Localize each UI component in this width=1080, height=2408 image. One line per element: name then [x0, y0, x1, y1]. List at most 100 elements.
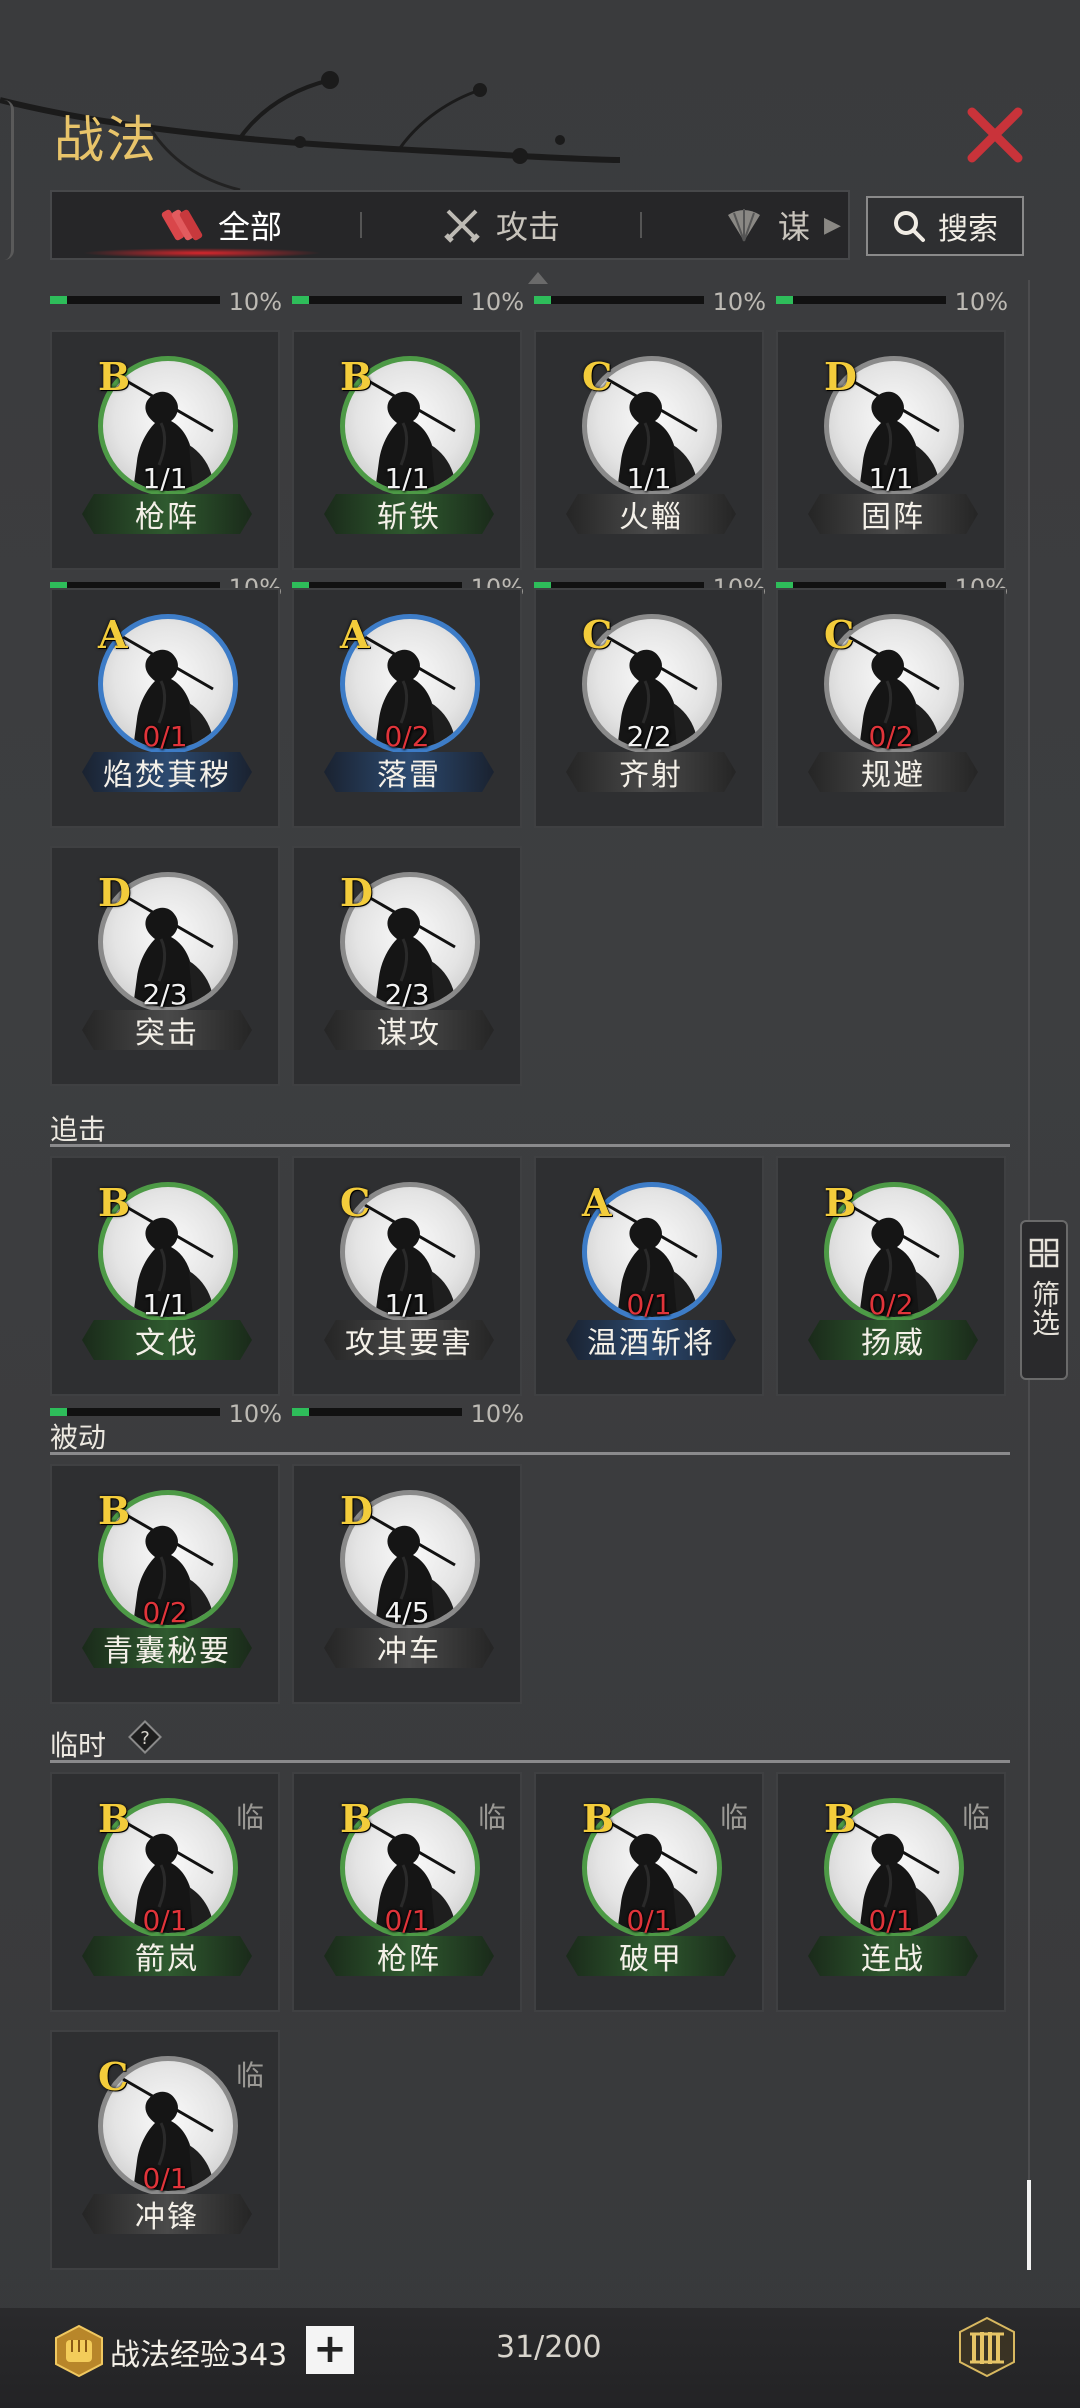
search-label: 搜索: [938, 212, 998, 247]
grade-badge: B: [98, 1488, 131, 1533]
grade-badge: D: [98, 870, 131, 915]
grade-badge: B: [340, 1796, 373, 1841]
skill-name: 枪阵: [324, 1936, 494, 1976]
tab-separator: [360, 212, 362, 238]
scroll-top-marker-icon: [528, 272, 548, 284]
skill-card[interactable]: C 2/2 齐射: [534, 588, 764, 828]
grade-badge: A: [98, 612, 128, 657]
skill-card[interactable]: B 0/2 扬威: [776, 1156, 1006, 1396]
section-label-temporary: 临时: [50, 1729, 107, 1762]
tab-more-arrow-icon[interactable]: ▶: [824, 213, 841, 238]
tab-attack[interactable]: 攻击: [442, 192, 560, 258]
skill-capacity-count: 31/200: [496, 2330, 602, 2365]
tab-all-label: 全部: [218, 208, 283, 246]
search-button[interactable]: 搜索: [866, 196, 1024, 256]
grade-badge: C: [98, 2054, 129, 2099]
temporary-tag: 临: [235, 2059, 264, 2092]
skill-count: 1/1: [142, 462, 188, 495]
skill-card[interactable]: D 4/5 冲车: [292, 1464, 522, 1704]
tab-all[interactable]: 全部: [160, 192, 282, 258]
scroll-bundle-icon: [161, 209, 203, 241]
skill-name: 连战: [808, 1936, 978, 1976]
skill-card[interactable]: A 0/1 焰焚萁秽: [50, 588, 280, 828]
grade-badge: B: [824, 1180, 857, 1225]
skill-card[interactable]: B 1/1 斩铁: [292, 330, 522, 570]
scrollbar-thumb[interactable]: [1027, 2180, 1031, 2270]
experience-fist-icon: [55, 2324, 103, 2378]
skill-name: 斩铁: [324, 494, 494, 534]
skill-count: 1/1: [868, 462, 914, 495]
skill-count: 2/2: [626, 720, 672, 753]
skill-card[interactable]: A 0/2 落雷: [292, 588, 522, 828]
skill-name: 文伐: [82, 1320, 252, 1360]
grade-badge: A: [340, 612, 370, 657]
skill-count: 2/3: [384, 978, 430, 1011]
grade-badge: C: [582, 612, 613, 657]
progress-bar: 10%: [534, 288, 766, 316]
skill-count: 0/1: [384, 1904, 430, 1937]
tab-strategy[interactable]: 谋 ▶: [724, 192, 841, 258]
skill-card[interactable]: B 0/1 枪阵 临: [292, 1772, 522, 2012]
grade-badge: C: [340, 1180, 371, 1225]
skill-name: 齐射: [566, 752, 736, 792]
skill-name: 谋攻: [324, 1010, 494, 1050]
skill-card[interactable]: B 0/1 箭岚 临: [50, 1772, 280, 2012]
temporary-tag: 临: [235, 1801, 264, 1834]
skill-card[interactable]: C 1/1 火輜: [534, 330, 764, 570]
temporary-tag: 临: [477, 1801, 506, 1834]
grade-badge: C: [824, 612, 855, 657]
skill-name: 落雷: [324, 752, 494, 792]
skill-card[interactable]: C 0/1 冲锋 临: [50, 2030, 280, 2270]
skill-count: 0/1: [868, 1904, 914, 1937]
skill-card[interactable]: D 2/3 突击: [50, 846, 280, 1086]
grade-badge: D: [340, 1488, 373, 1533]
skill-card[interactable]: D 2/3 谋攻: [292, 846, 522, 1086]
left-rail-decoration: [0, 100, 14, 260]
skill-count: 4/5: [384, 1596, 430, 1629]
experience-label: 战法经验343: [110, 2338, 288, 2373]
skill-card[interactable]: D 1/1 固阵: [776, 330, 1006, 570]
skill-card[interactable]: B 1/1 文伐: [50, 1156, 280, 1396]
help-icon[interactable]: ?: [128, 1720, 162, 1754]
skill-card[interactable]: C 1/1 攻其要害: [292, 1156, 522, 1396]
progress-percent: 10%: [228, 1400, 282, 1428]
add-experience-button[interactable]: +: [306, 2326, 354, 2374]
skill-name: 火輜: [566, 494, 736, 534]
section-label-passive: 被动: [50, 1421, 107, 1454]
skill-count: 1/1: [626, 462, 672, 495]
skill-count: 0/1: [626, 1904, 672, 1937]
grade-badge: B: [98, 1796, 131, 1841]
skill-card[interactable]: A 0/1 温酒斩将: [534, 1156, 764, 1396]
skill-card[interactable]: B 1/1 枪阵: [50, 330, 280, 570]
skill-card[interactable]: B 0/1 连战 临: [776, 1772, 1006, 2012]
grade-badge: B: [98, 1180, 131, 1225]
skill-count: 1/1: [384, 1288, 430, 1321]
tab-strategy-label: 谋: [778, 208, 811, 246]
skill-name: 冲锋: [82, 2194, 252, 2234]
skill-count: 0/2: [868, 720, 914, 753]
skill-name: 规避: [808, 752, 978, 792]
skill-card[interactable]: B 0/1 破甲 临: [534, 1772, 764, 2012]
grade-badge: C: [582, 354, 613, 399]
skill-count: 0/2: [142, 1596, 188, 1629]
search-icon: [894, 211, 925, 242]
section-divider: [50, 1760, 1010, 1763]
grade-badge: B: [582, 1796, 615, 1841]
skill-count: 0/1: [626, 1288, 672, 1321]
book-cabinet-icon[interactable]: [956, 2316, 1018, 2378]
tab-attack-label: 攻击: [496, 208, 561, 246]
skill-count: 2/3: [142, 978, 188, 1011]
close-icon[interactable]: [960, 100, 1030, 170]
skill-name: 攻其要害: [324, 1320, 494, 1360]
grade-badge: B: [98, 354, 131, 399]
grade-badge: D: [340, 870, 373, 915]
filter-button[interactable]: 筛选: [1020, 1220, 1068, 1380]
skill-name: 固阵: [808, 494, 978, 534]
skill-card[interactable]: C 0/2 规避: [776, 588, 1006, 828]
skill-name: 突击: [82, 1010, 252, 1050]
skill-card[interactable]: B 0/2 青囊秘要: [50, 1464, 280, 1704]
section-divider: [50, 1452, 1010, 1455]
progress-bar: 10%: [50, 288, 282, 316]
progress-bar: 10%: [292, 288, 524, 316]
skill-count: 0/1: [142, 2162, 188, 2195]
